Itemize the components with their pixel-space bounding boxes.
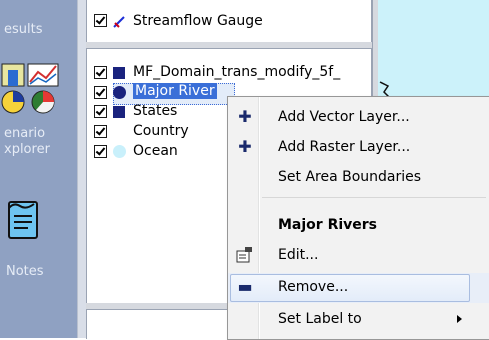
menu-section-title: Major Rivers xyxy=(278,217,378,233)
streamflow-gauge-checkbox[interactable] xyxy=(94,14,107,27)
set-area-boundaries-label: Set Area Boundaries xyxy=(278,169,422,185)
streamflow-gauge-label[interactable]: Streamflow Gauge xyxy=(133,13,263,29)
notes-icon[interactable] xyxy=(6,198,40,242)
add-raster-layer-label: Add Raster Layer... xyxy=(278,139,411,155)
layer-label-ocean[interactable]: Ocean xyxy=(133,143,178,159)
scenario-explorer-icon[interactable] xyxy=(0,58,70,118)
menu-item-set-label-to[interactable]: Set Label to xyxy=(228,305,489,335)
nav-scenario-explorer-label[interactable]: enario xplorer xyxy=(0,126,77,158)
edit-icon xyxy=(236,247,252,263)
menu-item-set-area-boundaries[interactable]: Set Area Boundaries xyxy=(228,163,489,193)
add-vector-layer-label: Add Vector Layer... xyxy=(278,109,410,125)
remove-label: Remove... xyxy=(278,279,349,295)
layer-label-states[interactable]: States xyxy=(133,103,177,119)
layer-checkbox[interactable] xyxy=(94,145,107,158)
menu-separator xyxy=(262,197,486,198)
menu-item-edit[interactable]: Edit... xyxy=(228,241,489,271)
left-nav-strip: esults enario xplorer Notes xyxy=(0,0,77,338)
nav-scenario-label-2: xplorer xyxy=(4,142,50,157)
layer-swatch xyxy=(113,106,125,118)
nav-scenario-label-1: enario xyxy=(4,126,46,141)
layer-checkbox[interactable] xyxy=(94,86,107,99)
edit-label: Edit... xyxy=(278,247,319,263)
layer-checkbox[interactable] xyxy=(94,66,107,79)
nav-notes-label[interactable]: Notes xyxy=(6,264,83,279)
nav-results-label[interactable]: esults xyxy=(4,22,81,37)
layer-swatch xyxy=(113,67,125,79)
context-menu: ✚ Add Vector Layer... ✚ Add Raster Layer… xyxy=(227,96,489,340)
layer-label-mf-domain[interactable]: MF_Domain_trans_modify_5f_ xyxy=(133,64,340,80)
menu-item-add-vector-layer[interactable]: ✚ Add Vector Layer... xyxy=(228,103,489,133)
top-layer-panel: Streamflow Gauge xyxy=(86,0,372,43)
minus-icon: ▬ xyxy=(237,277,253,296)
layer-checkbox[interactable] xyxy=(94,125,107,138)
layer-label-country[interactable]: Country xyxy=(133,123,189,139)
menu-item-add-raster-layer[interactable]: ✚ Add Raster Layer... xyxy=(228,133,489,163)
set-label-to-label: Set Label to xyxy=(278,311,362,327)
plus-icon: ✚ xyxy=(238,107,252,126)
menu-item-remove[interactable]: ▬ Remove... xyxy=(228,273,489,303)
layer-checkbox[interactable] xyxy=(94,105,107,118)
layer-swatch xyxy=(113,86,126,99)
submenu-arrow-icon xyxy=(457,315,462,323)
menu-section-major-rivers: Major Rivers xyxy=(228,211,489,241)
streamflow-gauge-icon xyxy=(113,16,125,28)
layer-swatch xyxy=(113,145,126,158)
layer-label-major-river[interactable]: Major River xyxy=(133,83,217,99)
plus-icon: ✚ xyxy=(238,137,252,156)
